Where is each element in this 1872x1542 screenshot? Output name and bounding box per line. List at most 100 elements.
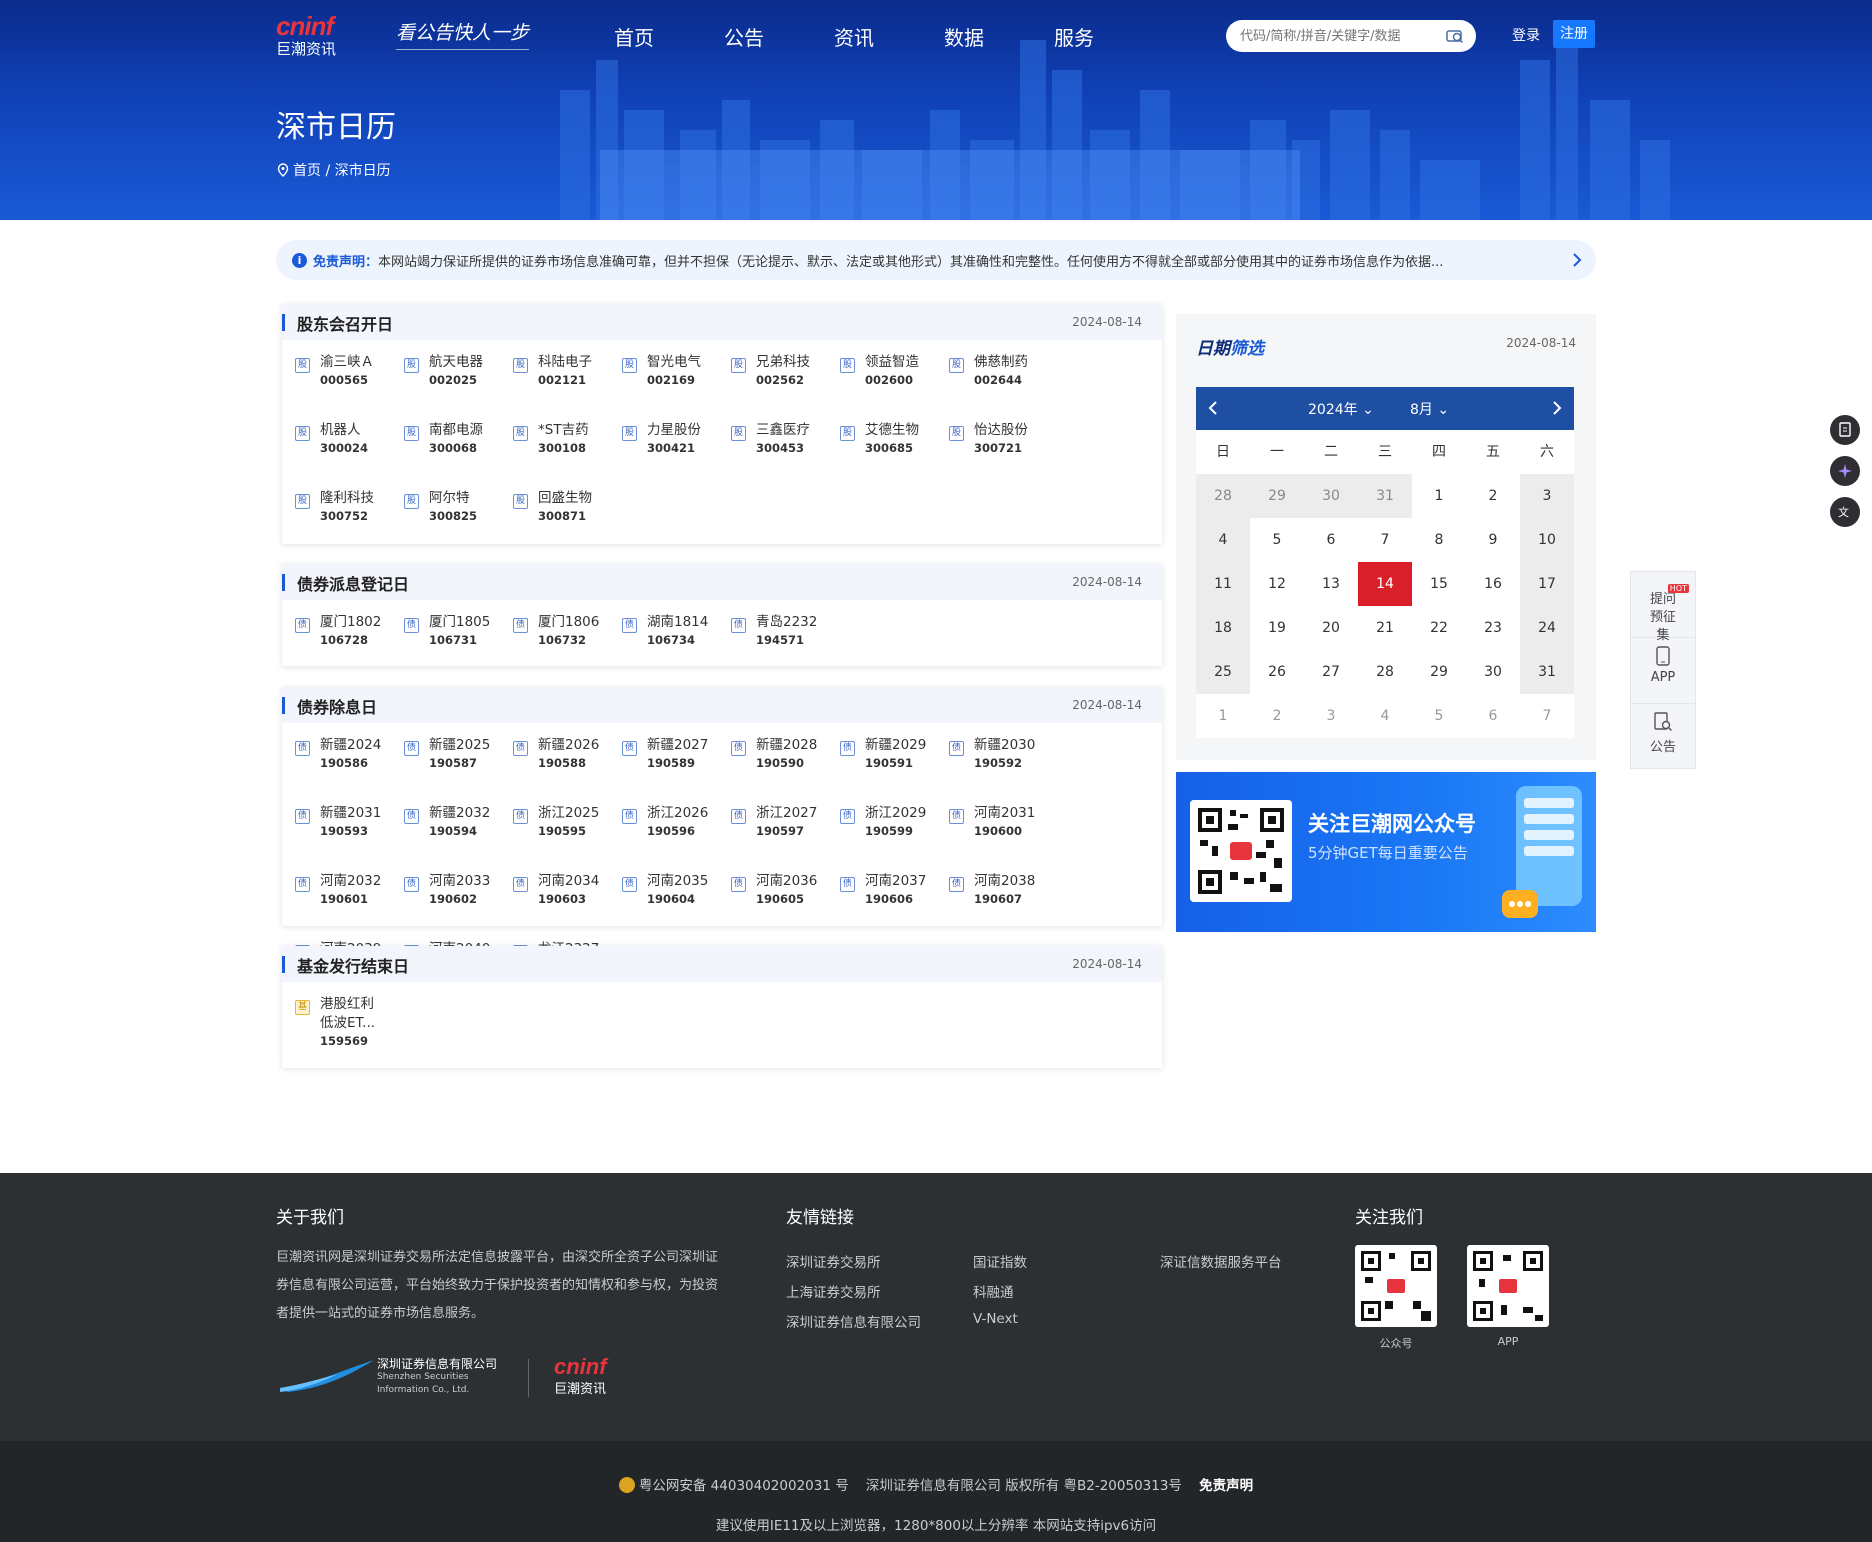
security-item[interactable]: 股机器人 300024: [295, 421, 404, 489]
calendar-day[interactable]: 21: [1358, 606, 1412, 650]
calendar-day-selected[interactable]: 14: [1358, 562, 1412, 606]
security-item[interactable]: 债浙江2029 190599: [840, 804, 949, 872]
calendar-day[interactable]: 27: [1304, 650, 1358, 694]
link-vnext[interactable]: V-Next: [973, 1311, 1018, 1327]
calendar-day[interactable]: 19: [1250, 606, 1304, 650]
calendar-day[interactable]: 29: [1412, 650, 1466, 694]
link-kerong[interactable]: 科融通: [973, 1281, 1014, 1301]
nav-home[interactable]: 首页: [614, 22, 724, 51]
calendar-day[interactable]: 6: [1304, 518, 1358, 562]
float-app[interactable]: APP: [1631, 638, 1695, 704]
security-item[interactable]: 债河南2035 190604: [622, 872, 731, 940]
calendar-day[interactable]: 20: [1304, 606, 1358, 650]
security-item[interactable]: 债河南2037 190606: [840, 872, 949, 940]
link-sse[interactable]: 上海证券交易所: [786, 1281, 881, 1301]
security-item[interactable]: 股力星股份 300421: [622, 421, 731, 489]
security-item[interactable]: 债河南2031 190600: [949, 804, 1058, 872]
link-szsi-data[interactable]: 深证信数据服务平台: [1160, 1251, 1282, 1271]
security-item[interactable]: 债河南2032 190601: [295, 872, 404, 940]
login-link[interactable]: 登录: [1512, 25, 1540, 45]
security-item[interactable]: 债新疆2028 190590: [731, 736, 840, 804]
cninfo-logo[interactable]: cninf 巨潮资讯: [276, 12, 376, 60]
float-ask-questions[interactable]: HOT 提问预征集: [1631, 572, 1695, 643]
icp-text[interactable]: 粤公网安备 44030402002031 号: [639, 1478, 849, 1494]
calendar-day[interactable]: 6: [1466, 694, 1520, 738]
footer-disclaimer-link[interactable]: 免责声明: [1199, 1478, 1253, 1494]
security-item[interactable]: 股南都电源 300068: [404, 421, 513, 489]
calendar-day[interactable]: 31: [1358, 474, 1412, 518]
security-item[interactable]: 股佛慈制药 002644: [949, 353, 1058, 421]
calendar-day[interactable]: 30: [1466, 650, 1520, 694]
security-item[interactable]: 债新疆2027 190589: [622, 736, 731, 804]
ai-sparkle-icon[interactable]: [1830, 456, 1860, 486]
prev-month-icon[interactable]: [1206, 399, 1220, 417]
calendar-day[interactable]: 17: [1520, 562, 1574, 606]
security-item[interactable]: 股领益智造 002600: [840, 353, 949, 421]
security-item[interactable]: 债河南2036 190605: [731, 872, 840, 940]
disclaimer-bar[interactable]: i 免责声明： 本网站竭力保证所提供的证券市场信息准确可靠，但并不担保（无论提示…: [276, 240, 1596, 280]
calendar-day[interactable]: 2: [1250, 694, 1304, 738]
security-item[interactable]: 股科陆电子 002121: [513, 353, 622, 421]
security-item[interactable]: 债新疆2024 190586: [295, 736, 404, 804]
search-icon[interactable]: [1446, 27, 1464, 45]
link-szse[interactable]: 深圳证券交易所: [786, 1251, 881, 1271]
calendar-day[interactable]: 11: [1196, 562, 1250, 606]
security-item[interactable]: 股渝三峡Ａ 000565: [295, 353, 404, 421]
calendar-day[interactable]: 2: [1466, 474, 1520, 518]
calendar-day[interactable]: 23: [1466, 606, 1520, 650]
nav-services[interactable]: 服务: [1054, 22, 1164, 51]
calendar-day[interactable]: 1: [1196, 694, 1250, 738]
chevron-right-icon[interactable]: [1570, 252, 1584, 268]
calendar-day[interactable]: 12: [1250, 562, 1304, 606]
security-item[interactable]: 债新疆2031 190593: [295, 804, 404, 872]
security-item[interactable]: 债厦门1802 106728: [295, 613, 404, 681]
calendar-day[interactable]: 8: [1412, 518, 1466, 562]
security-item[interactable]: 债青岛2232 194571: [731, 613, 840, 681]
nav-announcements[interactable]: 公告: [724, 22, 834, 51]
calendar-day[interactable]: 7: [1520, 694, 1574, 738]
register-button[interactable]: 注册: [1553, 20, 1595, 48]
year-select[interactable]: 2024年 ⌄: [1308, 399, 1374, 419]
security-item[interactable]: 债浙江2025 190595: [513, 804, 622, 872]
calendar-day[interactable]: 18: [1196, 606, 1250, 650]
calendar-day[interactable]: 10: [1520, 518, 1574, 562]
nav-data[interactable]: 数据: [944, 22, 1054, 51]
security-item[interactable]: 债河南2038 190607: [949, 872, 1058, 940]
security-item[interactable]: 股阿尔特 300825: [404, 489, 513, 557]
security-item[interactable]: 股三鑫医疗 300453: [731, 421, 840, 489]
nav-news[interactable]: 资讯: [834, 22, 944, 51]
calendar-day[interactable]: 7: [1358, 518, 1412, 562]
calendar-day[interactable]: 3: [1520, 474, 1574, 518]
security-item[interactable]: 股兄弟科技 002562: [731, 353, 840, 421]
security-item[interactable]: 债河南2034 190603: [513, 872, 622, 940]
search-input[interactable]: [1240, 20, 1440, 52]
calendar-day[interactable]: 31: [1520, 650, 1574, 694]
security-item[interactable]: 基港股红利低波ET... 159569: [295, 995, 404, 1063]
calendar-day[interactable]: 1: [1412, 474, 1466, 518]
calendar-day[interactable]: 4: [1358, 694, 1412, 738]
next-month-icon[interactable]: [1550, 399, 1564, 417]
security-item[interactable]: 债厦门1805 106731: [404, 613, 513, 681]
translate-icon[interactable]: 文: [1830, 497, 1860, 527]
security-item[interactable]: 债新疆2026 190588: [513, 736, 622, 804]
calendar-day[interactable]: 25: [1196, 650, 1250, 694]
security-item[interactable]: 股 *ST吉药 300108: [513, 421, 622, 489]
security-item[interactable]: 股艾德生物 300685: [840, 421, 949, 489]
calendar-day[interactable]: 16: [1466, 562, 1520, 606]
calendar-day[interactable]: 9: [1466, 518, 1520, 562]
breadcrumb-text[interactable]: 首页 / 深市日历: [293, 160, 391, 180]
calendar-day[interactable]: 28: [1196, 474, 1250, 518]
calendar-day[interactable]: 5: [1412, 694, 1466, 738]
link-szsi[interactable]: 深圳证券信息有限公司: [786, 1311, 921, 1331]
calendar-day[interactable]: 4: [1196, 518, 1250, 562]
calendar-day[interactable]: 3: [1304, 694, 1358, 738]
security-item[interactable]: 股航天电器 002025: [404, 353, 513, 421]
security-item[interactable]: 债厦门1806 106732: [513, 613, 622, 681]
calendar-day[interactable]: 24: [1520, 606, 1574, 650]
link-cnindex[interactable]: 国证指数: [973, 1251, 1027, 1271]
float-announcements[interactable]: 公告: [1631, 704, 1695, 770]
calendar-day[interactable]: 26: [1250, 650, 1304, 694]
security-item[interactable]: 债河南2033 190602: [404, 872, 513, 940]
security-item[interactable]: 债浙江2026 190596: [622, 804, 731, 872]
security-item[interactable]: 股怡达股份 300721: [949, 421, 1058, 489]
